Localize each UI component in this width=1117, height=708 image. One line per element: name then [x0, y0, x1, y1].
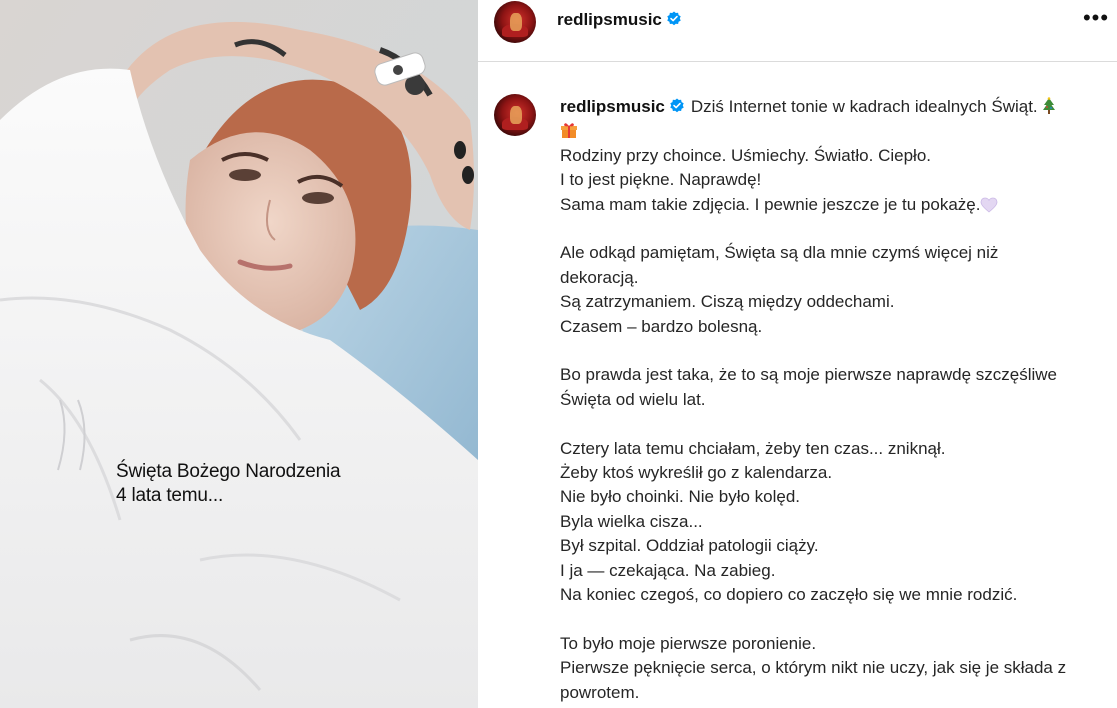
caption-line-text: Cztery lata temu chciałam, żeby ten czas…: [560, 438, 946, 458]
caption-line: Rodziny przy choince. Uśmiechy. Światło.…: [560, 144, 1115, 168]
caption-first-line: redlipsmusic Dziś Internet tonie w kadrac…: [560, 95, 1115, 119]
caption-line-text: Bo prawda jest taka, że to są moje pierw…: [560, 365, 1058, 385]
caption-line: powrotem.: [560, 681, 1115, 705]
post-side-panel: redlipsmusic ••• redlipsmusic Dziś Intern…: [478, 0, 1117, 708]
photo-caption-line: 4 lata temu...: [116, 485, 224, 506]
caption-line: Pierwsze pęknięcie serca, o którym nikt …: [560, 656, 1115, 680]
caption-line-text: Czasem – bardzo bolesną.: [560, 316, 763, 336]
photo-caption-line: Święta Bożego Narodzenia: [116, 461, 341, 482]
caption-line-text: Są zatrzymaniem. Ciszą między oddechami.: [560, 292, 895, 312]
caption-line-text: I ja — czekająca. Na zabieg.: [560, 560, 776, 580]
caption-line-text: Nie było choinki. Nie było kolęd.: [560, 487, 801, 507]
caption-lines: Rodziny przy choince. Uśmiechy. Światło.…: [560, 144, 1115, 705]
photo-caption: Święta Bożego Narodzenia 4 lata temu...: [116, 460, 341, 508]
avatar[interactable]: [494, 1, 536, 43]
caption-line: Był szpital. Oddział patologii ciąży.: [560, 534, 1115, 558]
caption-line-text: Byla wielka cisza...: [560, 511, 703, 531]
caption-line: To było moje pierwsze poronienie.: [560, 632, 1115, 656]
caption-line: Święta od wielu lat.: [560, 388, 1115, 412]
caption-line: Ale odkąd pamiętam, Święta są dla mnie c…: [560, 241, 1115, 265]
caption-avatar[interactable]: [494, 94, 536, 136]
caption-body: redlipsmusic Dziś Internet tonie w kadrac…: [560, 95, 1115, 705]
caption-line-text: dekoracją.: [560, 267, 639, 287]
caption-line: Są zatrzymaniem. Ciszą między oddechami.: [560, 290, 1115, 314]
caption-line-text: To było moje pierwsze poronienie.: [560, 633, 817, 653]
caption-line: Cztery lata temu chciałam, żeby ten czas…: [560, 437, 1115, 461]
verified-badge-icon: [667, 11, 681, 26]
light-purple-heart-icon: [981, 197, 998, 213]
caption-line: I ja — czekająca. Na zabieg.: [560, 559, 1115, 583]
caption-line-text: Święta od wielu lat.: [560, 389, 706, 409]
caption-line-text: powrotem.: [560, 682, 640, 702]
caption-gift-line: [560, 119, 1115, 143]
caption-username[interactable]: redlipsmusic: [560, 97, 685, 116]
caption-line: Byla wielka cisza...: [560, 510, 1115, 534]
post-header: redlipsmusic •••: [478, 0, 1117, 62]
caption-line: Sama mam takie zdjęcia. I pewnie jeszcze…: [560, 193, 1115, 217]
caption-line: Czasem – bardzo bolesną.: [560, 315, 1115, 339]
christmas-tree-icon: [1043, 97, 1056, 114]
caption-line: I to jest piękne. Naprawdę!: [560, 168, 1115, 192]
caption-line-text: Pierwsze pęknięcie serca, o którym nikt …: [560, 658, 1067, 678]
caption-username-text[interactable]: redlipsmusic: [560, 97, 665, 116]
caption-line: Nie było choinki. Nie było kolęd.: [560, 485, 1115, 509]
verified-badge-icon: [670, 98, 684, 113]
caption-line-text: Ale odkąd pamiętam, Święta są dla mnie c…: [560, 243, 999, 263]
caption-line: Na koniec czegoś, co dopiero co zaczęło …: [560, 583, 1115, 607]
caption-line-text: I to jest piękne. Naprawdę!: [560, 170, 762, 190]
username-text[interactable]: redlipsmusic: [557, 10, 662, 29]
caption-line: Żeby ktoś wykreślił go z kalendarza.: [560, 461, 1115, 485]
more-options-button[interactable]: •••: [1081, 7, 1111, 32]
post-photo-illustration: [0, 0, 478, 708]
caption-line-text: Na koniec czegoś, co dopiero co zaczęło …: [560, 585, 1018, 605]
caption-line-text: Sama mam takie zdjęcia. I pewnie jeszcze…: [560, 194, 981, 214]
caption-line-text: Żeby ktoś wykreślił go z kalendarza.: [560, 463, 833, 483]
post-photo[interactable]: Święta Bożego Narodzenia 4 lata temu...: [0, 0, 478, 708]
header-username[interactable]: redlipsmusic: [557, 10, 682, 30]
gift-icon: [561, 123, 577, 139]
caption-line: dekoracją.: [560, 266, 1115, 290]
caption-line-text: Rodziny przy choince. Uśmiechy. Światło.…: [560, 145, 931, 165]
caption-line-text: Był szpital. Oddział patologii ciąży.: [560, 536, 819, 556]
caption-text: Dziś Internet tonie w kadrach idealnych …: [690, 97, 1038, 116]
caption-line: Bo prawda jest taka, że to są moje pierw…: [560, 363, 1115, 387]
